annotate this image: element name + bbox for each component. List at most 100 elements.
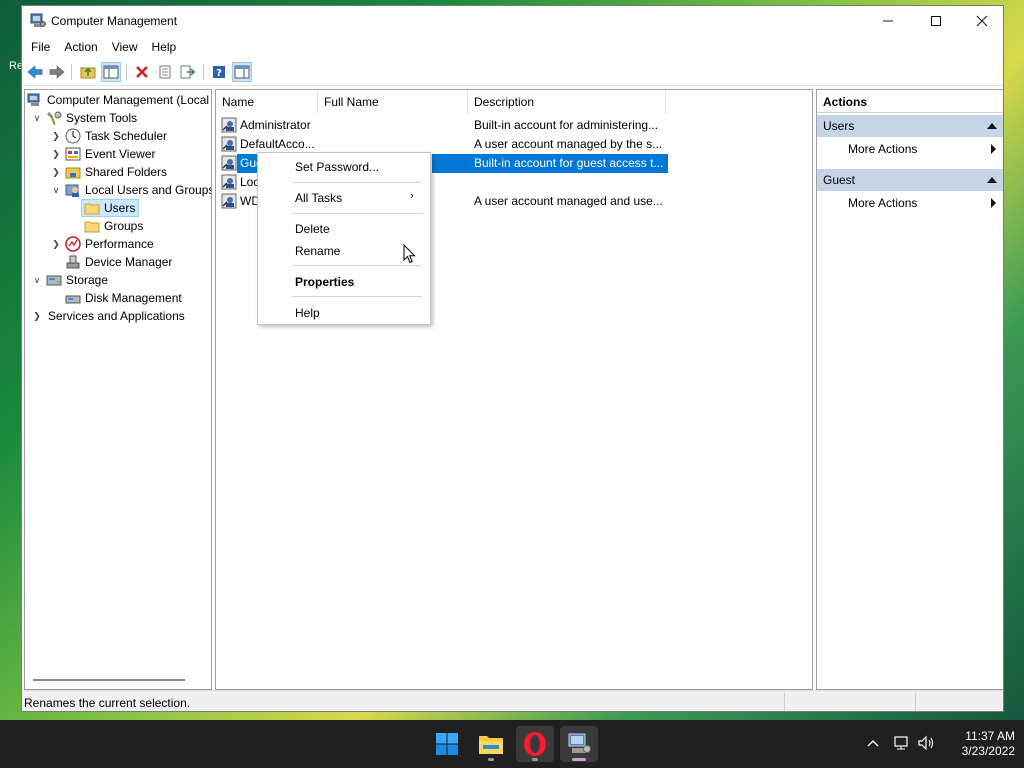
menu-action[interactable]: Action [64,40,97,54]
chevron-right-icon[interactable]: ❯ [50,239,62,250]
computer-management-icon [27,93,40,106]
tree-label: System Tools [66,111,138,125]
tree-label: Device Manager [85,255,173,269]
opera-browser-button[interactable] [516,726,554,762]
menu-view[interactable]: View [112,40,138,54]
collapse-up-icon[interactable] [987,177,997,183]
taskbar: 11:37 AM 3/23/2022 [0,720,1024,768]
tree-item-root[interactable]: Computer Management (Local [27,91,209,109]
status-bar: Renames the current selection. [22,690,1003,711]
toolbar-separator [203,64,204,80]
column-header-description[interactable]: Description [468,90,666,114]
more-actions-users[interactable]: More Actions [817,138,1003,160]
show-hide-action-pane-button[interactable] [232,62,252,82]
maximize-icon [931,16,941,26]
system-clock[interactable]: 11:37 AM 3/23/2022 [945,729,1015,759]
storage-icon [46,275,62,286]
horizontal-scrollbar[interactable] [33,679,185,681]
tree-label: Task Scheduler [85,129,168,143]
device-manager-icon [66,255,80,269]
chevron-right-icon[interactable]: ❯ [31,311,43,322]
forward-button[interactable] [47,62,67,82]
tree-item-event-viewer[interactable]: ❯ Event Viewer [50,145,155,163]
menu-separator [292,213,422,214]
menu-file[interactable]: File [31,40,50,54]
tree-item-storage[interactable]: ∨ Storage [31,271,108,289]
tree-label: Storage [66,273,109,287]
console-tree-pane[interactable]: Computer Management (Local ∨ System Tool… [24,89,212,690]
chevron-down-icon[interactable]: ∨ [31,113,43,124]
menu-item-all-tasks[interactable]: All Tasks [295,191,342,205]
user-account-icon [221,136,237,152]
chevron-right-icon[interactable]: ❯ [50,167,62,178]
help-button[interactable]: ? [209,62,229,82]
context-menu: Set Password... All Tasks › Delete Renam… [257,152,431,325]
minimize-button[interactable] [865,6,911,36]
user-description: Built-in account for guest access t... [474,156,664,170]
folder-icon [84,221,100,233]
actions-section-guest[interactable]: Guest [817,169,1003,191]
show-hide-console-tree-button[interactable] [101,62,121,82]
tree-item-groups[interactable]: Groups [84,217,143,235]
clock-icon [65,128,81,144]
properties-button[interactable] [155,62,175,82]
window-title: Computer Management [51,14,178,28]
up-one-level-button[interactable] [78,62,98,82]
tree-item-performance[interactable]: ❯ Performance [50,235,154,253]
tree-item-device-manager[interactable]: Device Manager [65,253,172,271]
column-header-full-name[interactable]: Full Name [318,90,468,114]
computer-management-window: Computer Management File Action View Hel… [21,5,1004,712]
user-account-icon [221,155,237,171]
computer-management-taskbar-button[interactable] [560,726,598,762]
toolbar: ? [22,58,1003,86]
tree-item-shared-folders[interactable]: ❯ Shared Folders [50,163,167,181]
event-viewer-icon [65,147,81,161]
start-button[interactable] [428,726,466,762]
user-name: Administrator [240,118,311,132]
disk-management-icon [65,295,81,304]
tree-item-task-scheduler[interactable]: ❯ Task Scheduler [50,127,167,145]
opera-icon [524,732,546,756]
tree-item-disk-management[interactable]: Disk Management [65,289,182,307]
clock-time: 11:37 AM [965,729,1015,743]
collapse-up-icon[interactable] [987,123,997,129]
tree-item-users[interactable]: Users [81,199,140,217]
minimize-icon [883,20,893,22]
back-button[interactable] [25,62,45,82]
title-bar[interactable]: Computer Management [22,6,1003,36]
menu-item-properties[interactable]: Properties [295,275,354,289]
close-button[interactable] [959,6,1003,36]
delete-button[interactable] [132,62,152,82]
chevron-down-icon[interactable]: ∨ [50,185,62,196]
menu-item-delete[interactable]: Delete [295,222,330,236]
maximize-button[interactable] [913,6,959,36]
chevron-up-icon[interactable] [867,739,879,747]
tree-item-services-applications[interactable]: ❯ Services and Applications [31,307,185,325]
user-name: DefaultAcco... [240,137,315,151]
menu-item-rename[interactable]: Rename [295,244,340,258]
network-icon[interactable] [892,735,910,751]
folder-icon [84,203,100,215]
users-group-icon [65,184,79,197]
menu-item-set-password[interactable]: Set Password... [295,160,379,174]
user-description: A user account managed by the s... [474,137,663,151]
shared-folder-icon [65,167,81,179]
volume-icon[interactable] [917,735,935,751]
export-list-button[interactable] [178,62,198,82]
computer-management-icon [30,13,46,27]
chevron-down-icon[interactable]: ∨ [31,275,43,286]
clock-date: 3/23/2022 [961,744,1015,758]
file-explorer-button[interactable] [472,726,510,762]
tree-label: Disk Management [85,291,182,305]
menu-item-help[interactable]: Help [295,306,320,320]
table-row[interactable]: Administrator Built-in account for admin… [219,116,668,135]
actions-section-users[interactable]: Users [817,115,1003,137]
menu-help[interactable]: Help [152,40,177,54]
chevron-right-icon[interactable]: ❯ [50,149,62,160]
chevron-right-icon[interactable]: ❯ [50,131,62,142]
tree-item-local-users-groups[interactable]: ∨ Local Users and Groups [50,181,211,199]
column-header-name[interactable]: Name [216,90,318,114]
toolbar-separator [126,64,127,80]
tree-item-system-tools[interactable]: ∨ System Tools [31,109,137,127]
more-actions-guest[interactable]: More Actions [817,192,1003,214]
